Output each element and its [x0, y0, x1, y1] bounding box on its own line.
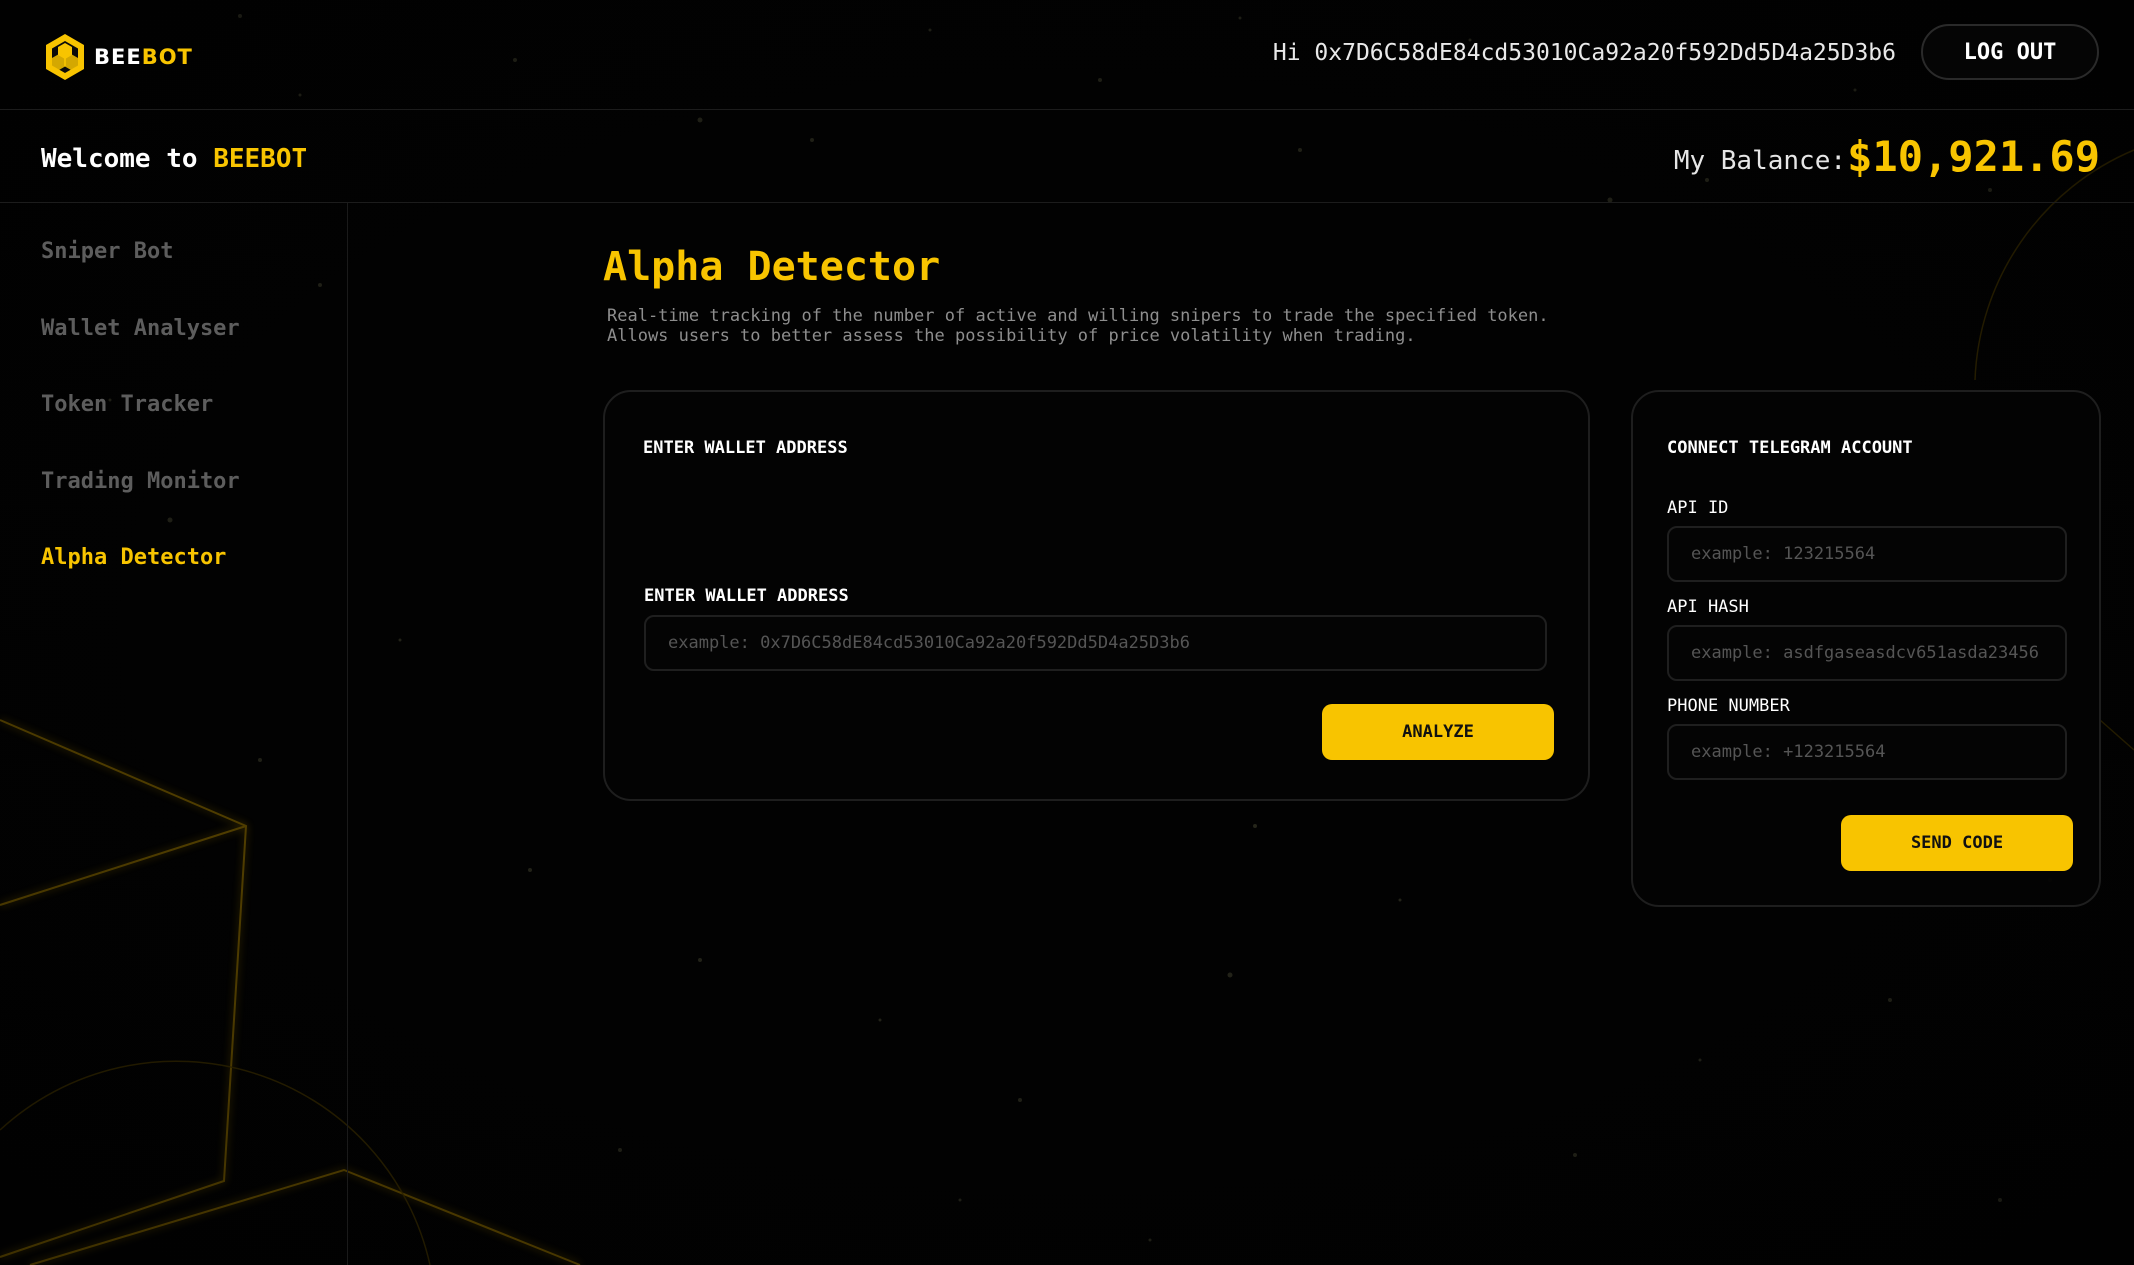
api-hash-input[interactable]	[1667, 625, 2067, 681]
welcome-prefix: Welcome to	[41, 144, 198, 174]
welcome-heading: Welcome to BEEBOT	[41, 144, 307, 174]
phone-number-input[interactable]	[1667, 724, 2067, 780]
wallet-address-input[interactable]	[644, 615, 1547, 671]
user-greeting: Hi 0x7D6C58dE84cd53010Ca92a20f592Dd5D4a2…	[1272, 40, 1896, 66]
sidebar-item-wallet-analyser[interactable]: Wallet Analyser	[41, 316, 240, 341]
logo-wordmark-bee: BEE	[94, 45, 142, 69]
api-id-input[interactable]	[1667, 526, 2067, 582]
logo-wordmark: BEEBOT	[94, 45, 193, 69]
sidebar-item-token-tracker[interactable]: Token Tracker	[41, 392, 213, 417]
telegram-card-heading: CONNECT TELEGRAM ACCOUNT	[1667, 438, 1913, 458]
wallet-address-label: ENTER WALLET ADDRESS	[644, 586, 849, 606]
phone-number-label: PHONE NUMBER	[1667, 696, 1790, 716]
api-hash-label: API HASH	[1667, 597, 1749, 617]
balance-label: My Balance:	[1673, 146, 1846, 176]
telegram-connect-card: CONNECT TELEGRAM ACCOUNT API ID API HASH…	[1631, 390, 2101, 907]
app-page: BEEBOT Hi 0x7D6C58dE84cd53010Ca92a20f592…	[0, 0, 2134, 1265]
welcome-bar: Welcome to BEEBOT My Balance: $10,921.69	[0, 110, 2134, 203]
sidebar-item-trading-monitor[interactable]: Trading Monitor	[41, 469, 240, 494]
bee-hexagon-icon	[46, 34, 84, 80]
sidebar-item-sniper-bot[interactable]: Sniper Bot	[41, 239, 173, 264]
page-description-line-1: Real-time tracking of the number of acti…	[607, 306, 1549, 326]
wallet-address-card: ENTER WALLET ADDRESS ENTER WALLET ADDRES…	[603, 390, 1590, 801]
beebot-logo[interactable]: BEEBOT	[40, 32, 193, 82]
top-bar: BEEBOT Hi 0x7D6C58dE84cd53010Ca92a20f592…	[0, 0, 2134, 110]
logout-button[interactable]: LOG OUT	[1921, 24, 2099, 80]
balance-value: $10,921.69	[1847, 132, 2100, 181]
analyze-button[interactable]: ANALYZE	[1322, 704, 1554, 760]
sidebar: Sniper Bot Wallet Analyser Token Tracker…	[0, 203, 348, 1265]
wallet-card-heading: ENTER WALLET ADDRESS	[643, 438, 848, 458]
page-description-line-2: Allows users to better assess the possib…	[607, 326, 1416, 346]
sidebar-item-alpha-detector[interactable]: Alpha Detector	[41, 545, 226, 570]
page-title: Alpha Detector	[603, 244, 941, 290]
api-id-label: API ID	[1667, 498, 1729, 518]
welcome-brand: BEEBOT	[213, 144, 308, 174]
send-code-button[interactable]: SEND CODE	[1841, 815, 2073, 871]
logo-wordmark-bot: BOT	[141, 45, 193, 69]
page-description: Real-time tracking of the number of acti…	[607, 306, 1607, 346]
